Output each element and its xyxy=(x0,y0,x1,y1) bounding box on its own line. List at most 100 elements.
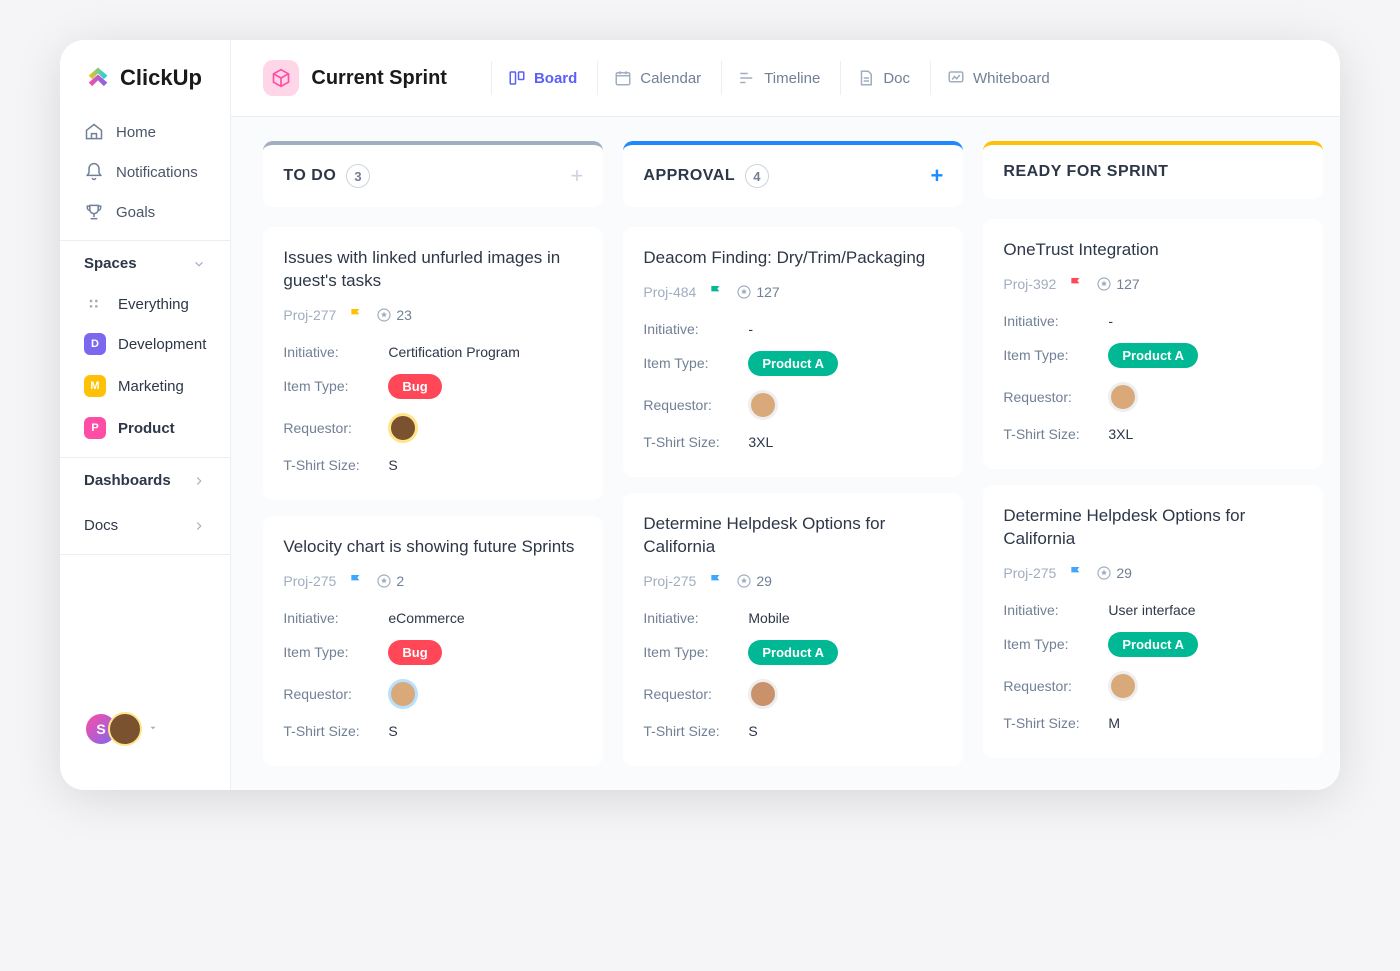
logo[interactable]: ClickUp xyxy=(60,64,230,112)
view-tab-board-label: Board xyxy=(534,70,577,87)
flag-icon[interactable] xyxy=(708,284,724,300)
board-column: READY FOR SPRINT OneTrust IntegrationProj… xyxy=(983,141,1323,766)
flag-icon[interactable] xyxy=(708,573,724,589)
card-row-value: eCommerce xyxy=(388,610,464,626)
card-row-size: T-Shirt Size:3XL xyxy=(643,427,943,457)
task-card[interactable]: Determine Helpdesk Options for Californi… xyxy=(983,485,1323,758)
logo-text: ClickUp xyxy=(120,65,202,91)
grid-icon xyxy=(84,297,106,313)
view-tab-board[interactable]: Board xyxy=(491,61,593,95)
flag-icon[interactable] xyxy=(348,573,364,589)
view-tab-timeline[interactable]: Timeline xyxy=(721,61,836,95)
requestor-avatar[interactable] xyxy=(748,390,778,420)
item-type-pill: Product A xyxy=(1108,343,1198,368)
task-card[interactable]: Deacom Finding: Dry/Trim/PackagingProj-4… xyxy=(623,227,963,477)
dashboards-header[interactable]: Dashboards xyxy=(60,457,230,503)
card-row-requestor: Requestor: xyxy=(1003,664,1303,708)
whiteboard-icon xyxy=(947,69,965,87)
card-row-item_type: Item Type:Product A xyxy=(643,633,943,672)
nav-home-label: Home xyxy=(116,124,156,141)
chevron-down-icon xyxy=(192,257,206,271)
card-row-value: 3XL xyxy=(748,434,773,450)
board-column: APPROVAL4+Deacom Finding: Dry/Trim/Packa… xyxy=(623,141,963,766)
column-header[interactable]: READY FOR SPRINT xyxy=(983,141,1323,199)
add-task-icon[interactable]: + xyxy=(571,163,584,189)
flag-icon[interactable] xyxy=(1068,565,1084,581)
project-id: Proj-484 xyxy=(643,284,696,300)
card-meta: Proj-27529 xyxy=(643,573,943,589)
card-row-label: Requestor: xyxy=(283,686,388,702)
card-row-label: Item Type: xyxy=(1003,347,1108,363)
score-badge: 29 xyxy=(1096,565,1132,581)
avatar-stack: S xyxy=(84,712,142,746)
view-tab-doc-label: Doc xyxy=(883,70,910,87)
requestor-avatar[interactable] xyxy=(1108,382,1138,412)
space-badge: M xyxy=(84,375,106,397)
requestor-avatar[interactable] xyxy=(388,679,418,709)
nav-goals-label: Goals xyxy=(116,204,155,221)
add-task-icon[interactable]: + xyxy=(931,163,944,189)
docs-header[interactable]: Docs xyxy=(60,511,230,548)
card-row-label: Item Type: xyxy=(643,355,748,371)
task-card[interactable]: Velocity chart is showing future Sprints… xyxy=(263,516,603,766)
view-tab-calendar[interactable]: Calendar xyxy=(597,61,717,95)
requestor-avatar[interactable] xyxy=(1108,671,1138,701)
column-header[interactable]: APPROVAL4+ xyxy=(623,141,963,207)
card-title: Determine Helpdesk Options for Californi… xyxy=(643,513,943,559)
cards-list: Deacom Finding: Dry/Trim/PackagingProj-4… xyxy=(623,227,963,766)
spaces-header[interactable]: Spaces xyxy=(60,240,230,286)
chevron-right-icon xyxy=(192,519,206,533)
doc-icon xyxy=(857,69,875,87)
column-header[interactable]: TO DO3+ xyxy=(263,141,603,207)
space-development[interactable]: D Development xyxy=(60,323,230,365)
sidebar-footer[interactable]: S xyxy=(60,692,230,766)
card-row-value: S xyxy=(388,457,397,473)
card-meta: Proj-275 29 xyxy=(1003,565,1303,581)
space-everything-label: Everything xyxy=(118,296,189,313)
space-product[interactable]: P Product xyxy=(60,407,230,449)
spaces-header-label: Spaces xyxy=(84,255,137,272)
card-row-label: T-Shirt Size: xyxy=(283,457,388,473)
card-row-initiative: Initiative:Mobile xyxy=(643,603,943,633)
board-column: TO DO3+ Issues with linked unfurled image… xyxy=(263,141,603,766)
card-row-requestor: Requestor: xyxy=(643,672,943,716)
card-row-label: Initiative: xyxy=(643,321,748,337)
card-row-label: Initiative: xyxy=(283,610,388,626)
card-row-value: User interface xyxy=(1108,602,1195,618)
view-tab-doc[interactable]: Doc xyxy=(840,61,926,95)
board-icon xyxy=(508,69,526,87)
card-row-initiative: Initiative:Certification Program xyxy=(283,337,583,367)
space-marketing[interactable]: M Marketing xyxy=(60,365,230,407)
user-avatar xyxy=(108,712,142,746)
task-card[interactable]: Issues with linked unfurled images in gu… xyxy=(263,227,603,500)
nav-notifications[interactable]: Notifications xyxy=(60,152,230,192)
card-row-requestor: Requestor: xyxy=(1003,375,1303,419)
card-row-value: Mobile xyxy=(748,610,789,626)
sprint-title-box[interactable]: Current Sprint xyxy=(263,60,447,96)
flag-icon[interactable] xyxy=(1068,276,1084,292)
requestor-avatar[interactable] xyxy=(748,679,778,709)
card-row-label: T-Shirt Size: xyxy=(283,723,388,739)
chevron-down-icon xyxy=(148,720,158,738)
requestor-avatar[interactable] xyxy=(388,413,418,443)
space-everything[interactable]: Everything xyxy=(60,286,230,323)
card-title: Determine Helpdesk Options for Californi… xyxy=(1003,505,1303,551)
cube-icon xyxy=(263,60,299,96)
flag-icon[interactable] xyxy=(348,307,364,323)
column-count: 4 xyxy=(745,164,769,188)
nav-home[interactable]: Home xyxy=(60,112,230,152)
view-tab-whiteboard[interactable]: Whiteboard xyxy=(930,61,1066,95)
task-card[interactable]: OneTrust IntegrationProj-392127Initiativ… xyxy=(983,219,1323,469)
card-row-label: Requestor: xyxy=(1003,389,1108,405)
card-row-label: Item Type: xyxy=(283,378,388,394)
project-id: Proj-275 xyxy=(1003,565,1056,581)
nav-goals[interactable]: Goals xyxy=(60,192,230,232)
card-meta: Proj-392127 xyxy=(1003,276,1303,292)
card-row-item_type: Item Type:Product A xyxy=(1003,336,1303,375)
card-row-item_type: Item Type:Bug xyxy=(283,633,583,672)
card-row-size: T-Shirt Size:S xyxy=(283,716,583,746)
view-tab-timeline-label: Timeline xyxy=(764,70,820,87)
task-card[interactable]: Determine Helpdesk Options for Californi… xyxy=(623,493,963,766)
card-row-label: T-Shirt Size: xyxy=(1003,426,1108,442)
card-meta: Proj-27723 xyxy=(283,307,583,323)
